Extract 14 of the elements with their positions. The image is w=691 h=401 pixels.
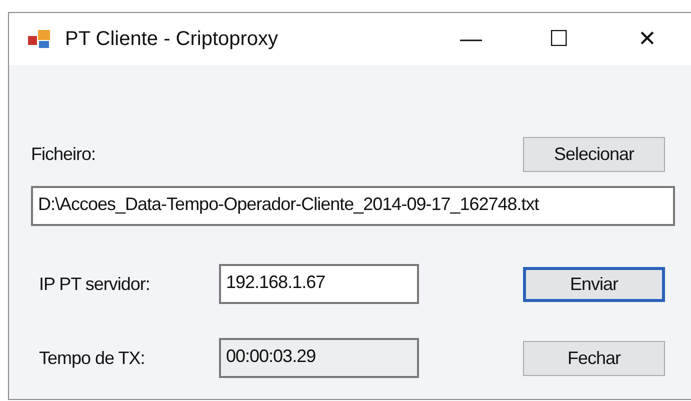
close-dialog-button[interactable]: Fechar bbox=[523, 340, 665, 376]
file-path-field[interactable]: D:\Accoes_Data-Tempo-Operador-Cliente_2014-09-17_162748.txt bbox=[31, 186, 675, 226]
input-field[interactable]: 00:00:03.29 bbox=[219, 338, 419, 378]
close-button[interactable]: ✕ bbox=[603, 26, 691, 52]
select-button[interactable]: Selecionar bbox=[523, 137, 665, 172]
input-field[interactable]: 192.168.1.67 bbox=[219, 264, 419, 304]
send-button[interactable]: Enviar bbox=[523, 266, 665, 302]
file-label: Ficheiro: bbox=[31, 144, 96, 165]
maximize-button[interactable]: ☐ bbox=[515, 26, 603, 52]
field-label: IP PT servidor: bbox=[39, 274, 151, 294]
app-icon bbox=[27, 28, 53, 50]
window-title: PT Cliente - Criptoproxy bbox=[65, 28, 280, 50]
field-label: Tempo de TX: bbox=[39, 348, 146, 368]
minimize-button[interactable]: — bbox=[427, 26, 515, 52]
